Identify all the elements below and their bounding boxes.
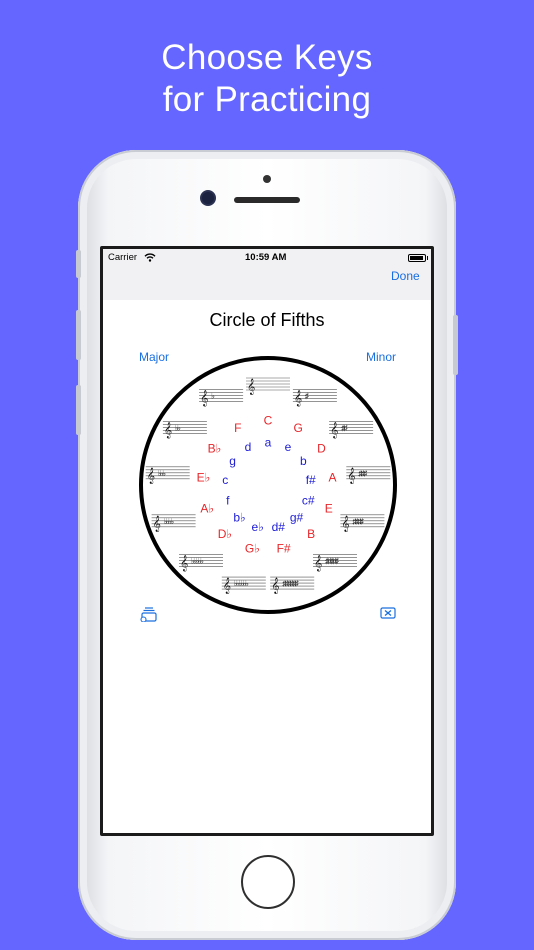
treble-clef-icon: 𝄞 [347,467,355,484]
major-key-label[interactable]: F# [277,541,291,555]
clear-icon[interactable] [380,606,396,620]
headline-line-1: Choose Keys [161,38,373,77]
major-key-label[interactable]: E♭ [197,471,211,485]
treble-clef-icon: 𝄞 [271,577,279,594]
staff-accidentals: ♭♭♭♭♭♭ [234,579,249,588]
major-key-label[interactable]: B♭ [208,441,222,455]
done-button[interactable]: Done [391,269,420,283]
minor-key-label[interactable]: d [245,440,252,454]
minor-key-label[interactable]: b♭ [233,511,245,525]
minor-key-label[interactable]: b [300,454,307,468]
wifi-icon [144,253,156,262]
wheel-outline [139,356,397,614]
treble-clef-icon: 𝄞 [247,378,255,395]
treble-clef-icon: 𝄞 [153,515,161,532]
app-display: Carrier 10:59 AM Done Circle of Fifths M… [103,249,431,833]
major-key-label[interactable]: D♭ [218,527,232,541]
major-key-label[interactable]: B [307,527,315,541]
front-camera [202,192,214,204]
staff-accidentals: ♯♯♯♯♯ [325,557,339,566]
minor-key-label[interactable]: g# [290,511,304,525]
major-key-label[interactable]: C [264,413,273,427]
minor-key-label[interactable]: a [265,435,272,449]
minor-key-label[interactable]: e♭ [252,520,264,534]
front-sensor [263,175,271,183]
treble-clef-icon: 𝄞 [314,555,322,572]
power-button [453,315,458,375]
treble-clef-icon: 𝄞 [223,577,231,594]
treble-clef-icon: 𝄞 [341,515,349,532]
circle-of-fifths-wheel[interactable]: 𝄞𝄞 ♯𝄞 ♯♯𝄞 ♯♯♯𝄞 ♯♯♯♯𝄞 ♯♯♯♯♯𝄞 ♯♯♯♯♯♯𝄞 ♭♭♭♭♭♭𝄞 ♭♭♭♭… [139,356,397,614]
major-key-label[interactable]: A [328,471,336,485]
minor-key-label[interactable]: d# [272,520,286,534]
treble-clef-icon: 𝄞 [147,467,155,484]
phone-screen: Carrier 10:59 AM Done Circle of Fifths M… [100,246,434,836]
battery-icon [408,254,428,262]
headline-line-2: for Practicing [162,80,372,119]
minor-key-label[interactable]: f# [306,473,316,487]
minor-key-label[interactable]: c# [302,494,315,508]
home-button[interactable] [241,855,295,909]
treble-clef-icon: 𝄞 [180,555,188,572]
treble-clef-icon: 𝄞 [164,422,172,439]
page-title: Circle of Fifths [209,310,325,330]
minor-key-label[interactable]: c [222,473,228,487]
mute-switch [76,250,81,278]
major-key-label[interactable]: G♭ [245,541,260,555]
major-key-label[interactable]: D [317,441,326,455]
volume-up-button [76,310,81,360]
volume-down-button [76,385,81,435]
minor-key-label[interactable]: e [285,440,292,454]
major-key-label[interactable]: G [294,421,303,435]
major-key-label[interactable]: F [234,421,241,435]
major-key-label[interactable]: E [325,501,333,515]
treble-clef-icon: 𝄞 [294,390,302,407]
earpiece-speaker [234,197,300,203]
staff-accidentals: ♯♯♯♯♯♯ [282,579,299,588]
carrier-label: Carrier [108,252,138,263]
staff-accidentals: ♭♭♭♭♭ [191,557,204,566]
treble-clef-icon: 𝄞 [330,422,338,439]
stack-add-icon[interactable] [140,606,158,622]
treble-clef-icon: 𝄞 [200,390,208,407]
navigation-bar: Carrier 10:59 AM Done [103,249,431,300]
staff-accidentals: ♯♯♯♯ [352,517,364,526]
minor-key-label[interactable]: g [229,454,236,468]
status-time: 10:59 AM [245,252,287,263]
major-key-label[interactable]: A♭ [200,501,214,515]
